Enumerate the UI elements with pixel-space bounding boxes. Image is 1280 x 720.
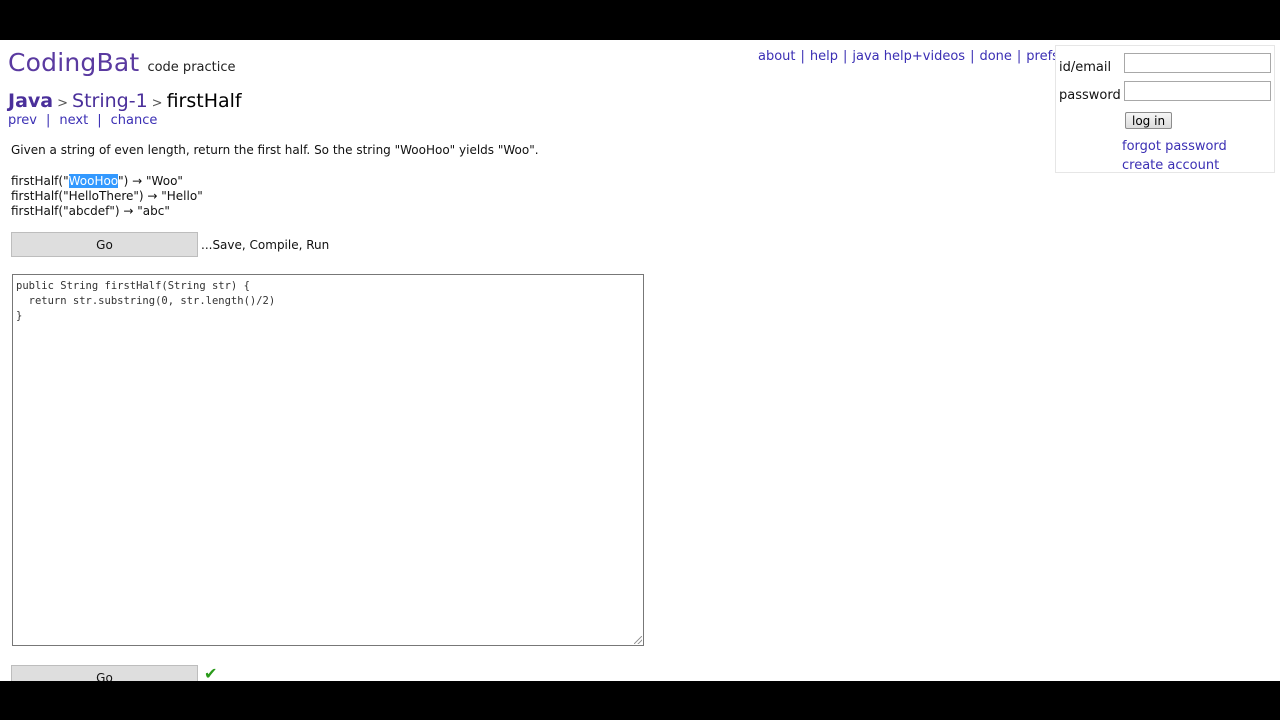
link-java-help-videos[interactable]: java help+videos [852, 49, 965, 64]
page-title: firstHalf [166, 90, 242, 112]
code-editor[interactable]: public String firstHalf(String str) { re… [12, 274, 644, 646]
chance-link[interactable]: chance [111, 113, 158, 128]
link-done[interactable]: done [979, 49, 1011, 64]
login-panel: id/email password log in forgot password… [1055, 45, 1275, 173]
brand-tagline: code practice [147, 60, 236, 75]
link-about[interactable]: about [758, 49, 796, 64]
link-help[interactable]: help [810, 49, 838, 64]
examples: firstHalf("WooHoo") → "Woo" firstHalf("H… [11, 174, 203, 219]
example-line: firstHalf("WooHoo") → "Woo" [11, 174, 183, 188]
example-line: firstHalf("HelloThere") → "Hello" [11, 189, 203, 203]
password-field[interactable] [1124, 81, 1271, 101]
breadcrumb-string-1[interactable]: String-1 [72, 90, 148, 112]
next-link[interactable]: next [59, 113, 88, 128]
page: CodingBat code practice about | help | java … [0, 40, 1280, 681]
problem-description: Given a string of even length, return th… [11, 143, 539, 157]
go-button[interactable]: Go [11, 232, 198, 257]
checkmark-icon: ✔ [204, 664, 218, 681]
password-label: password [1059, 88, 1121, 103]
example-line: firstHalf("abcdef") → "abc" [11, 204, 170, 218]
selected-text: WooHoo [68, 174, 119, 188]
id-email-field[interactable] [1124, 53, 1271, 73]
brand-name[interactable]: CodingBat [8, 48, 139, 77]
site-logo[interactable]: CodingBat code practice [8, 48, 236, 77]
breadcrumb-separator: > [151, 96, 163, 111]
breadcrumb: Java > String-1 > firstHalf [8, 90, 242, 112]
top-nav: about | help | java help+videos | done | prefs [758, 49, 1059, 64]
go-button-bottom[interactable]: Go [11, 665, 198, 681]
breadcrumb-separator: > [57, 96, 69, 111]
prev-link[interactable]: prev [8, 113, 37, 128]
login-button[interactable]: log in [1125, 112, 1173, 129]
id-email-label: id/email [1059, 60, 1112, 75]
go-note: ...Save, Compile, Run [201, 238, 330, 252]
create-account-link[interactable]: create account [1122, 158, 1219, 173]
forgot-password-link[interactable]: forgot password [1122, 139, 1227, 154]
problem-nav: prev | next | chance [8, 113, 158, 128]
resize-grip-icon[interactable] [634, 636, 642, 644]
breadcrumb-java[interactable]: Java [8, 90, 53, 112]
code-text[interactable]: public String firstHalf(String str) { re… [16, 279, 275, 324]
